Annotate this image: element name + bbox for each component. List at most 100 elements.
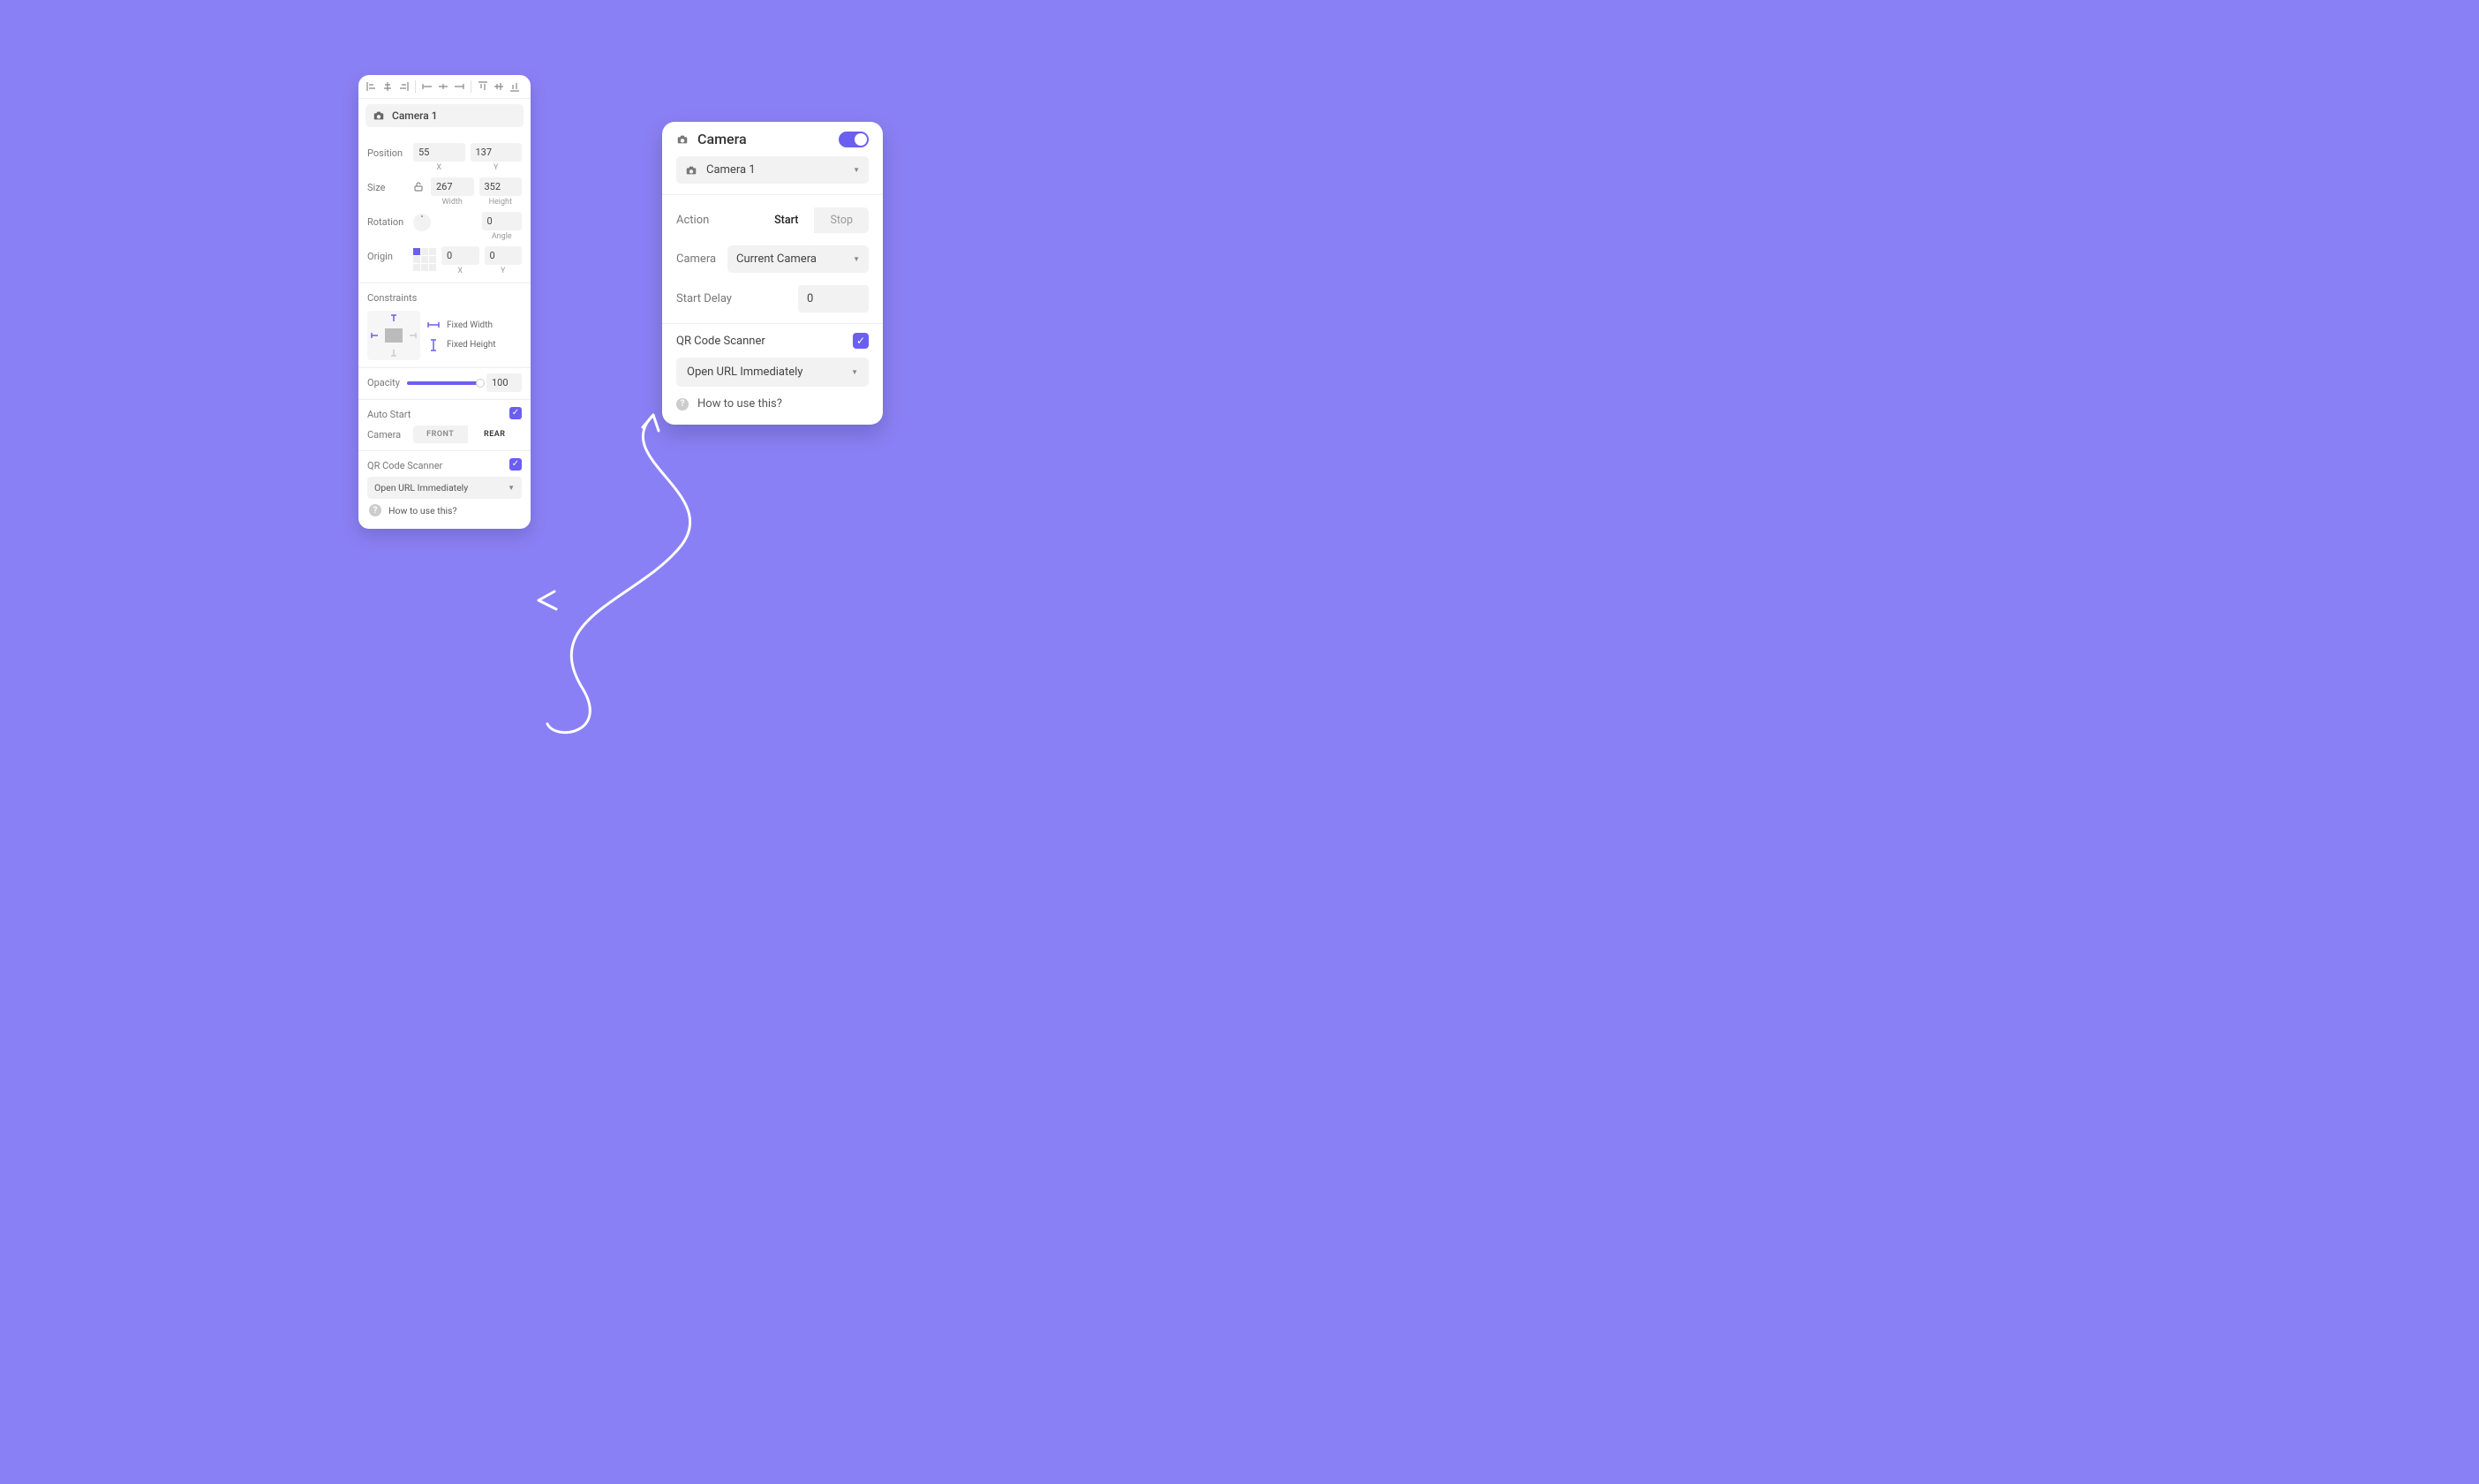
opacity-label: Opacity bbox=[367, 377, 400, 388]
qr-checkbox-left[interactable]: ✓ bbox=[509, 458, 522, 471]
constraints-label: Constraints bbox=[367, 289, 522, 304]
fixed-height-toggle[interactable]: Fixed Height bbox=[427, 339, 496, 351]
qr-help-left[interactable]: ? How to use this? bbox=[367, 499, 522, 518]
opacity-section: Opacity bbox=[358, 368, 531, 400]
distribute-right-icon[interactable] bbox=[453, 80, 465, 93]
fixed-width-icon bbox=[427, 320, 440, 329]
qr-checkbox-right[interactable]: ✓ bbox=[853, 333, 869, 349]
chevron-down-icon: ▼ bbox=[853, 255, 860, 263]
alignment-toolbar bbox=[358, 75, 531, 99]
action-stop-button[interactable]: Stop bbox=[814, 207, 869, 233]
pin-left-icon[interactable] bbox=[370, 326, 382, 345]
constraints-section: Constraints Fixed Width Fixed Height bbox=[358, 283, 531, 368]
rotation-input[interactable] bbox=[482, 212, 523, 230]
origin-y-input[interactable] bbox=[485, 246, 523, 265]
transform-section: Position X Y Size Width bbox=[358, 132, 531, 283]
element-name-row[interactable]: Camera 1 bbox=[365, 104, 524, 127]
pin-top-icon[interactable] bbox=[382, 313, 405, 326]
pin-widget[interactable] bbox=[367, 311, 420, 360]
align-left-icon[interactable] bbox=[365, 80, 378, 93]
camera-dropdown[interactable]: Current Camera ▼ bbox=[727, 245, 869, 273]
camera-dropdown-value: Current Camera bbox=[736, 252, 817, 266]
align-center-h-icon[interactable] bbox=[381, 80, 394, 93]
size-w-input[interactable] bbox=[431, 177, 474, 196]
action-header-section: Camera Camera 1 ▼ bbox=[662, 122, 883, 195]
autostart-section: Auto Start ✓ Camera FRONT REAR bbox=[358, 400, 531, 451]
qr-label-right: QR Code Scanner bbox=[676, 335, 765, 348]
start-delay-label: Start Delay bbox=[676, 292, 732, 305]
camera-icon bbox=[685, 164, 697, 177]
start-delay-input[interactable] bbox=[798, 285, 869, 313]
align-bottom-icon[interactable] bbox=[509, 80, 521, 93]
sub-label-w: Width bbox=[431, 198, 474, 207]
camera-selector[interactable]: Camera 1 ▼ bbox=[676, 156, 869, 184]
pin-bottom-icon[interactable] bbox=[382, 345, 405, 358]
qr-label-left: QR Code Scanner bbox=[367, 456, 442, 471]
qr-help-right[interactable]: ? How to use this? bbox=[676, 397, 869, 411]
camera-selector-value: Camera 1 bbox=[706, 163, 756, 177]
align-top-icon[interactable] bbox=[477, 80, 489, 93]
action-body-section: Action Start Stop Camera Current Camera … bbox=[662, 195, 883, 324]
sub-label-angle: Angle bbox=[482, 232, 523, 241]
help-icon: ? bbox=[369, 504, 381, 516]
lock-aspect-icon[interactable] bbox=[413, 177, 426, 195]
action-panel: Camera Camera 1 ▼ Action Start Stop Came… bbox=[662, 122, 883, 425]
toolbar-separator bbox=[415, 80, 416, 93]
fixed-width-toggle[interactable]: Fixed Width bbox=[427, 320, 496, 330]
align-right-icon[interactable] bbox=[397, 80, 410, 93]
camera-icon bbox=[373, 109, 385, 122]
panel-enable-toggle[interactable] bbox=[839, 132, 869, 147]
camera-front-button[interactable]: FRONT bbox=[413, 426, 468, 443]
qr-dropdown-right[interactable]: Open URL Immediately ▼ bbox=[676, 358, 869, 387]
camera-rear-button[interactable]: REAR bbox=[468, 426, 523, 443]
size-label: Size bbox=[367, 177, 408, 193]
sub-label-oy: Y bbox=[485, 267, 523, 275]
element-name: Camera 1 bbox=[392, 109, 438, 122]
chevron-down-icon: ▼ bbox=[508, 484, 515, 492]
sub-label-h: Height bbox=[479, 198, 523, 207]
qr-dropdown-left[interactable]: Open URL Immediately ▼ bbox=[367, 477, 522, 499]
fixed-height-label: Fixed Height bbox=[447, 340, 496, 350]
sub-label-y: Y bbox=[471, 163, 523, 172]
fixed-width-label: Fixed Width bbox=[447, 320, 493, 330]
align-center-v-icon[interactable] bbox=[493, 80, 505, 93]
distribute-center-icon[interactable] bbox=[437, 80, 449, 93]
qr-dropdown-value-left: Open URL Immediately bbox=[374, 482, 468, 493]
autostart-label: Auto Start bbox=[367, 405, 411, 420]
position-y-input[interactable] bbox=[471, 143, 523, 162]
action-start-button[interactable]: Start bbox=[758, 207, 814, 233]
autostart-checkbox[interactable]: ✓ bbox=[509, 407, 522, 419]
distribute-left-icon[interactable] bbox=[421, 80, 433, 93]
sub-label-ox: X bbox=[441, 267, 479, 275]
origin-grid[interactable] bbox=[413, 248, 436, 271]
qr-dropdown-value-right: Open URL Immediately bbox=[687, 365, 802, 379]
pin-right-icon[interactable] bbox=[405, 326, 418, 345]
qr-section-left: QR Code Scanner ✓ Open URL Immediately ▼… bbox=[358, 451, 531, 529]
camera-icon bbox=[676, 133, 689, 146]
action-label: Action bbox=[676, 214, 709, 227]
chevron-down-icon: ▼ bbox=[851, 368, 858, 376]
decorative-arrow bbox=[521, 406, 733, 759]
camera-select-label: Camera bbox=[676, 252, 716, 266]
origin-label: Origin bbox=[367, 246, 408, 262]
qr-section-right: QR Code Scanner ✓ Open URL Immediately ▼… bbox=[662, 324, 883, 425]
inspector-panel: Camera 1 Position X Y Size bbox=[358, 75, 531, 529]
fixed-height-icon bbox=[427, 339, 440, 351]
opacity-slider[interactable] bbox=[407, 381, 479, 385]
action-segment: Start Stop bbox=[758, 207, 869, 233]
qr-help-label-left: How to use this? bbox=[388, 505, 456, 516]
opacity-input[interactable] bbox=[486, 373, 522, 392]
qr-help-label-right: How to use this? bbox=[697, 397, 782, 411]
action-panel-title: Camera bbox=[697, 131, 747, 147]
sub-label-x: X bbox=[413, 163, 465, 172]
help-icon: ? bbox=[676, 398, 689, 411]
pin-center-icon[interactable] bbox=[385, 328, 403, 343]
chevron-down-icon: ▼ bbox=[853, 166, 860, 174]
origin-x-input[interactable] bbox=[441, 246, 479, 265]
camera-segment: FRONT REAR bbox=[413, 426, 522, 443]
position-label: Position bbox=[367, 143, 408, 159]
size-h-input[interactable] bbox=[479, 177, 523, 196]
rotation-knob[interactable] bbox=[413, 214, 431, 231]
position-x-input[interactable] bbox=[413, 143, 465, 162]
camera-label: Camera bbox=[367, 429, 408, 441]
